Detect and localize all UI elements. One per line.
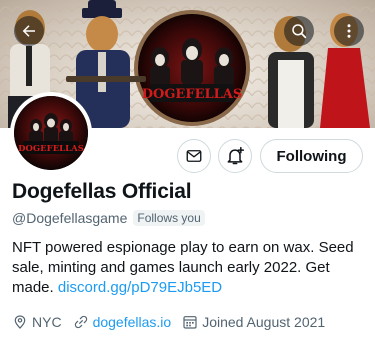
bio-link[interactable]: discord.gg/pD79EJb5ED [58, 279, 222, 296]
avatar-artwork: DOGEFELLAS [14, 96, 88, 170]
map-pin-icon [14, 315, 26, 329]
following-button[interactable]: Following [260, 139, 363, 173]
user-handle: @Dogefellasgame [12, 210, 128, 226]
profile-meta: NYC dogefellas.io Joined August 2021 [12, 314, 336, 330]
profile-avatar[interactable]: DOGEFELLAS [10, 92, 92, 174]
more-vertical-icon [347, 24, 351, 38]
follows-you-badge: Follows you [133, 210, 205, 226]
more-options-button[interactable] [334, 16, 364, 46]
location-text: NYC [32, 314, 62, 330]
website-link[interactable]: dogefellas.io [93, 314, 172, 330]
link-icon [74, 315, 87, 329]
banner-title: DOGEFELLAS [142, 87, 243, 102]
bell-plus-icon [227, 146, 245, 165]
search-button[interactable] [284, 16, 314, 46]
arrow-left-icon [22, 25, 35, 37]
joined-text: Joined August 2021 [202, 314, 326, 330]
calendar-icon [183, 316, 197, 329]
profile-bio: NFT powered espionage play to earn on wa… [12, 238, 368, 298]
back-button[interactable] [14, 16, 44, 46]
website-item[interactable]: dogefellas.io [73, 314, 172, 330]
location-item: NYC [12, 314, 62, 330]
notifications-button[interactable] [218, 139, 252, 173]
display-name: Dogefellas Official [12, 180, 192, 203]
search-icon [292, 24, 307, 39]
envelope-icon [186, 150, 202, 162]
message-button[interactable] [177, 139, 211, 173]
handle-row: @Dogefellasgame Follows you [12, 210, 205, 226]
avatar-title: DOGEFELLAS [18, 144, 84, 154]
joined-item: Joined August 2021 [182, 314, 325, 330]
